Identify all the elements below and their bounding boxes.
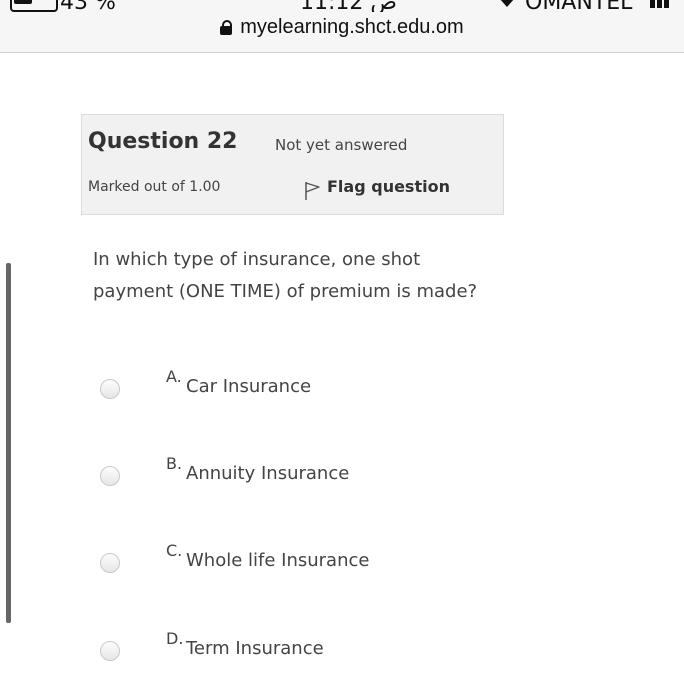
flag-icon	[305, 182, 320, 200]
answer-letter: A.	[166, 367, 182, 386]
question-number: Question 22	[88, 129, 238, 154]
battery-percent: 43 %	[60, 0, 116, 12]
flag-question-label: Flag question	[327, 177, 450, 196]
page: 43 % 11:12 ص OMANTEL myelearning.shct.ed…	[0, 0, 684, 700]
answer-option-d[interactable]: D. Term Insurance	[100, 629, 500, 673]
url-text: myelearning.shct.edu.om	[240, 16, 464, 38]
status-time: 11:12 ص	[300, 0, 397, 12]
status-bar: 43 % 11:12 ص OMANTEL	[0, 0, 684, 12]
answer-option-a[interactable]: A. Car Insurance	[100, 367, 500, 411]
answer-option-c[interactable]: C. Whole life Insurance	[100, 541, 500, 585]
radio-button[interactable]	[100, 379, 120, 399]
answer-label: Term Insurance	[186, 638, 324, 659]
url-display[interactable]: myelearning.shct.edu.om	[0, 16, 684, 39]
answer-option-b[interactable]: B. Annuity Insurance	[100, 454, 500, 498]
radio-button[interactable]	[100, 641, 120, 661]
signal-icon	[650, 0, 674, 8]
address-bar[interactable]: myelearning.shct.edu.om	[0, 12, 684, 53]
question-info-box: Question 22 Not yet answered Marked out …	[81, 114, 504, 215]
answer-letter: C.	[166, 541, 183, 560]
scroll-indicator[interactable]	[6, 263, 11, 623]
question-state: Not yet answered	[275, 136, 408, 154]
lock-icon	[220, 20, 233, 35]
answer-label: Car Insurance	[186, 376, 312, 397]
battery-icon	[10, 0, 58, 12]
radio-button[interactable]	[100, 553, 120, 573]
answer-label: Annuity Insurance	[186, 463, 350, 484]
wifi-icon	[500, 0, 514, 7]
question-grade: Marked out of 1.00	[88, 179, 221, 195]
answer-label: Whole life Insurance	[186, 550, 370, 571]
answer-letter: D.	[166, 629, 184, 648]
answer-letter: B.	[166, 454, 183, 473]
question-text: In which type of insurance, one shot pay…	[93, 249, 478, 302]
carrier-name: OMANTEL	[525, 0, 632, 12]
radio-button[interactable]	[100, 466, 120, 486]
